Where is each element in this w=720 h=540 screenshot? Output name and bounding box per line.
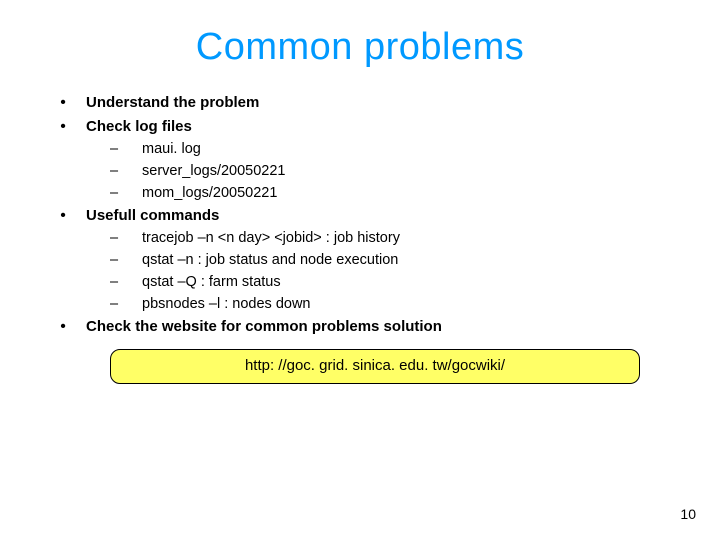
sub-log-c: – mom_logs/20050221 <box>86 183 680 205</box>
url-callout: http: //goc. grid. sinica. edu. tw/gocwi… <box>110 349 640 384</box>
url-text: http: //goc. grid. sinica. edu. tw/gocwi… <box>245 357 505 374</box>
sub-cmd-a: – tracejob –n <n day> <jobid> : job hist… <box>86 228 680 250</box>
dash-icon: – <box>86 294 142 316</box>
dash-icon: – <box>86 250 142 272</box>
bullet-text: Check the website for common problems so… <box>86 316 442 339</box>
dash-icon: – <box>86 183 142 205</box>
bullet-dot-icon: • <box>40 204 86 228</box>
slide-content: • Understand the problem • Check log fil… <box>40 91 680 384</box>
sub-text: pbsnodes –l : nodes down <box>142 294 311 316</box>
dash-icon: – <box>86 139 142 161</box>
sub-log-a: – maui. log <box>86 139 680 161</box>
sub-text: server_logs/20050221 <box>142 161 286 183</box>
bullet-text: Usefull commands <box>86 205 219 228</box>
bullet-usefull: • Usefull commands <box>40 204 680 228</box>
dash-icon: – <box>86 228 142 250</box>
sub-log-b: – server_logs/20050221 <box>86 161 680 183</box>
sub-text: mom_logs/20050221 <box>142 183 277 205</box>
slide-title: Common problems <box>40 26 680 69</box>
bullet-text: Check log files <box>86 116 192 139</box>
sub-text: qstat –Q : farm status <box>142 272 281 294</box>
dash-icon: – <box>86 272 142 294</box>
sub-text: maui. log <box>142 139 201 161</box>
bullet-text: Understand the problem <box>86 92 259 115</box>
bullet-checklog: • Check log files <box>40 115 680 139</box>
bullet-checkweb: • Check the website for common problems … <box>40 315 680 339</box>
sub-cmd-c: – qstat –Q : farm status <box>86 272 680 294</box>
sub-text: tracejob –n <n day> <jobid> : job histor… <box>142 228 400 250</box>
bullet-dot-icon: • <box>40 115 86 139</box>
sub-cmd-b: – qstat –n : job status and node executi… <box>86 250 680 272</box>
page-number: 10 <box>680 506 696 522</box>
bullet-dot-icon: • <box>40 91 86 115</box>
sub-cmd-d: – pbsnodes –l : nodes down <box>86 294 680 316</box>
bullet-understand: • Understand the problem <box>40 91 680 115</box>
slide: Common problems • Understand the problem… <box>0 0 720 540</box>
bullet-dot-icon: • <box>40 315 86 339</box>
dash-icon: – <box>86 161 142 183</box>
sub-text: qstat –n : job status and node execution <box>142 250 398 272</box>
